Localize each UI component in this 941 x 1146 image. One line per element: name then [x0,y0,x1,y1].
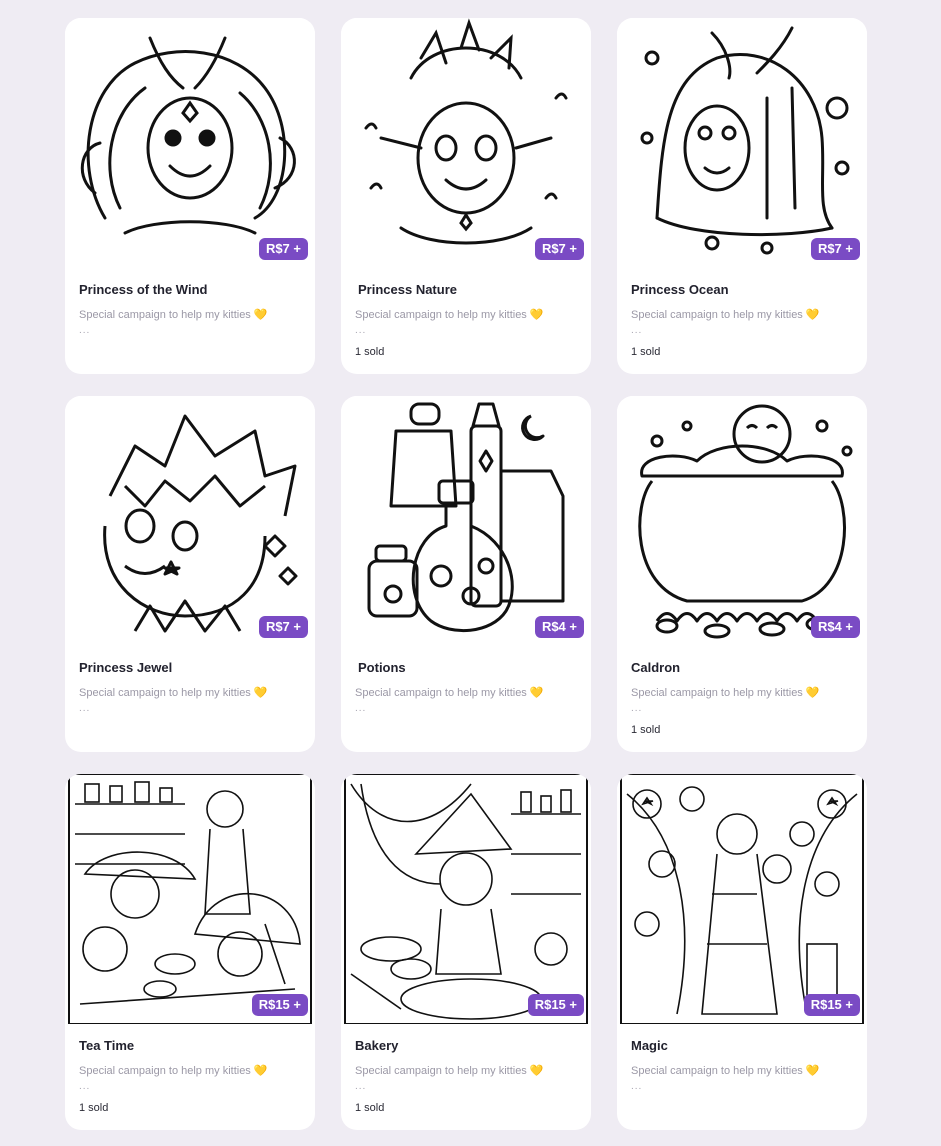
description-ellipsis: ... [355,703,367,714]
product-card[interactable]: R$15 + Tea Time Special campaign to help… [65,774,315,1130]
magic-illustration [620,774,864,1024]
product-card[interactable]: R$7 + Princess of the Wind Special campa… [65,18,315,374]
product-description: Special campaign to help my kitties 💛 [79,1065,268,1077]
product-card[interactable]: R$4 + Potions Special campaign to help m… [341,396,591,752]
heart-icon: 💛 [529,1065,544,1077]
price-badge: R$15 + [251,994,308,1016]
price-badge: R$7 + [258,616,308,638]
product-description: Special campaign to help my kitties 💛 [631,1065,820,1077]
heart-icon: 💛 [253,309,268,321]
product-thumbnail[interactable] [341,774,591,1024]
tea-time-illustration [68,774,312,1024]
product-title[interactable]: Princess Jewel [79,660,172,675]
product-title[interactable]: Princess of the Wind [79,282,207,297]
potions-illustration [367,402,565,633]
product-title[interactable]: Caldron [631,660,680,675]
product-description: Special campaign to help my kitties 💛 [355,687,544,699]
product-title[interactable]: Princess Nature [358,282,457,297]
description-ellipsis: ... [79,325,91,336]
sold-count: 1 sold [355,1102,385,1114]
description-ellipsis: ... [79,703,91,714]
description-ellipsis: ... [79,1081,91,1092]
product-thumbnail[interactable] [617,396,867,646]
product-description: Special campaign to help my kitties 💛 [79,309,268,321]
description-ellipsis: ... [631,1081,643,1092]
price-badge: R$4 + [810,616,860,638]
product-description: Special campaign to help my kitties 💛 [355,309,544,321]
heart-icon: 💛 [805,309,820,321]
sold-count: 1 sold [355,346,385,358]
product-description: Special campaign to help my kitties 💛 [631,687,820,699]
product-thumbnail[interactable] [65,18,315,268]
caldron-illustration [638,404,853,639]
product-card[interactable]: R$7 + Princess Nature Special campaign t… [341,18,591,374]
product-thumbnail[interactable] [65,396,315,646]
sold-count: 1 sold [631,346,661,358]
product-description: Special campaign to help my kitties 💛 [79,687,268,699]
price-badge: R$4 + [534,616,584,638]
description-ellipsis: ... [355,1081,367,1092]
product-card[interactable]: R$15 + Magic Special campaign to help my… [617,774,867,1130]
princess-nature-illustration [364,18,568,245]
description-ellipsis: ... [631,703,643,714]
product-card[interactable]: R$7 + Princess Ocean Special campaign to… [617,18,867,374]
princess-jewel-illustration [103,414,298,633]
product-title[interactable]: Potions [358,660,406,675]
product-thumbnail[interactable] [65,774,315,1024]
heart-icon: 💛 [529,309,544,321]
product-thumbnail[interactable] [341,396,591,646]
product-card[interactable]: R$15 + Bakery Special campaign to help m… [341,774,591,1130]
product-card[interactable]: R$4 + Caldron Special campaign to help m… [617,396,867,752]
heart-icon: 💛 [805,687,820,699]
product-card[interactable]: R$7 + Princess Jewel Special campaign to… [65,396,315,752]
product-title[interactable]: Princess Ocean [631,282,729,297]
product-grid: R$7 + Princess of the Wind Special campa… [0,0,941,1146]
heart-icon: 💛 [805,1065,820,1077]
bakery-illustration [344,774,588,1024]
product-thumbnail[interactable] [617,18,867,268]
price-badge: R$15 + [803,994,860,1016]
product-description: Special campaign to help my kitties 💛 [355,1065,544,1077]
product-thumbnail[interactable] [617,774,867,1024]
heart-icon: 💛 [253,1065,268,1077]
product-title[interactable]: Bakery [355,1038,398,1053]
sold-count: 1 sold [79,1102,109,1114]
product-description: Special campaign to help my kitties 💛 [631,309,820,321]
product-thumbnail[interactable] [341,18,591,268]
price-badge: R$7 + [258,238,308,260]
princess-wind-illustration [80,36,296,235]
heart-icon: 💛 [253,687,268,699]
product-title[interactable]: Magic [631,1038,668,1053]
description-ellipsis: ... [631,325,643,336]
princess-ocean-illustration [640,26,850,255]
description-ellipsis: ... [355,325,367,336]
product-title[interactable]: Tea Time [79,1038,134,1053]
price-badge: R$15 + [527,994,584,1016]
price-badge: R$7 + [534,238,584,260]
price-badge: R$7 + [810,238,860,260]
heart-icon: 💛 [529,687,544,699]
sold-count: 1 sold [631,724,661,736]
